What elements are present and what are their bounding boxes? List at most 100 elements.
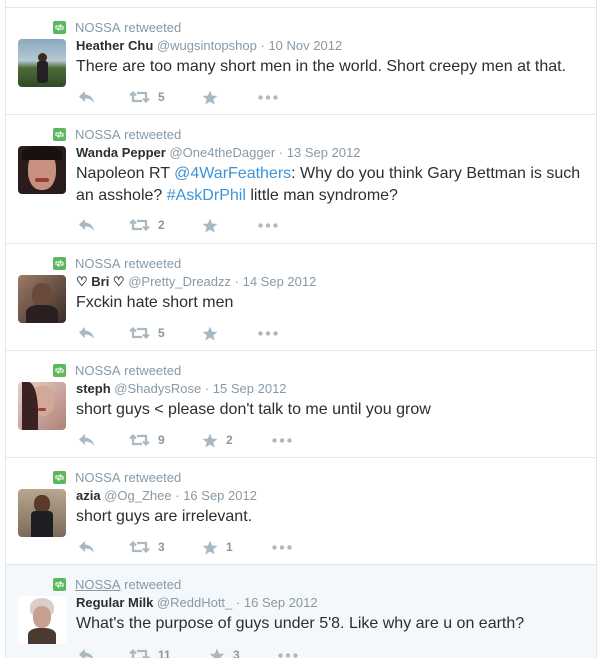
tweet-text: short guys < please don't talk to me unt… xyxy=(76,401,431,418)
reply-button[interactable] xyxy=(78,540,95,554)
retweet-context: NOSSA retweeted xyxy=(53,577,181,592)
username[interactable]: @Pretty_Dreadzz xyxy=(128,274,231,289)
favorite-count: 1 xyxy=(226,540,233,554)
retweet-icon xyxy=(129,218,150,232)
tweet[interactable]: NOSSA retweeted Heather Chu @wugsintopsh… xyxy=(6,7,596,114)
retweet-button[interactable]: 11 xyxy=(129,648,171,658)
timestamp[interactable]: 16 Sep 2012 xyxy=(244,595,318,610)
mention-link[interactable]: @4WarFeathers xyxy=(174,165,291,182)
more-button[interactable] xyxy=(278,652,298,658)
more-button[interactable] xyxy=(258,222,278,228)
display-name[interactable]: azia xyxy=(76,488,101,503)
retweet-button[interactable]: 5 xyxy=(129,326,165,340)
retweet-count: 5 xyxy=(158,326,165,340)
display-name[interactable]: Regular Milk xyxy=(76,595,153,610)
retweet-suffix: retweeted xyxy=(124,469,182,485)
timestamp[interactable]: 15 Sep 2012 xyxy=(213,381,287,396)
display-name[interactable]: Heather Chu xyxy=(76,38,153,53)
more-dots-icon xyxy=(258,94,278,100)
more-dots-icon xyxy=(258,222,278,228)
favorite-button[interactable] xyxy=(202,326,218,341)
tweet[interactable]: NOSSA retweeted Wanda Pepper @One4theDag… xyxy=(6,114,596,243)
separator: · xyxy=(260,38,265,53)
retweet-context: NOSSA retweeted xyxy=(53,127,181,142)
reply-icon xyxy=(78,218,95,232)
retweet-suffix: retweeted xyxy=(124,255,182,271)
retweet-suffix: retweeted xyxy=(124,19,182,35)
favorite-button[interactable]: 1 xyxy=(202,540,233,555)
more-button[interactable] xyxy=(272,544,292,550)
more-dots-icon xyxy=(278,652,298,658)
retweeter-name[interactable]: NOSSA xyxy=(75,363,121,378)
separator: · xyxy=(235,595,241,610)
retweet-suffix: retweeted xyxy=(124,362,182,378)
retweet-button[interactable]: 9 xyxy=(129,433,165,447)
retweet-button[interactable]: 2 xyxy=(129,218,165,232)
display-name[interactable]: Wanda Pepper xyxy=(76,145,166,160)
reply-button[interactable] xyxy=(78,90,95,104)
username[interactable]: @Og_Zhee xyxy=(104,488,171,503)
username[interactable]: @ReddHott_ xyxy=(157,595,232,610)
star-icon xyxy=(202,433,218,448)
display-name[interactable]: steph xyxy=(76,381,111,396)
retweet-context: NOSSA retweeted xyxy=(53,19,182,35)
favorite-button[interactable]: 3 xyxy=(209,648,240,658)
username[interactable]: @One4theDagger xyxy=(169,145,275,160)
display-name[interactable]: ♡ Bri ♡ xyxy=(76,274,125,289)
retweet-button[interactable]: 5 xyxy=(129,90,165,104)
retweeter-name[interactable]: NOSSA xyxy=(75,20,121,35)
avatar[interactable] xyxy=(18,146,66,194)
avatar[interactable] xyxy=(18,275,66,323)
timestamp[interactable]: 10 Nov 2012 xyxy=(268,38,342,53)
retweeter-name[interactable]: NOSSA xyxy=(75,127,121,142)
retweet-badge-icon xyxy=(53,127,66,141)
retweeter-name[interactable]: NOSSA xyxy=(75,577,121,592)
more-dots-icon xyxy=(258,330,278,336)
retweet-count: 11 xyxy=(158,648,171,658)
retweet-icon xyxy=(129,326,150,340)
reply-button[interactable] xyxy=(78,326,95,340)
more-button[interactable] xyxy=(258,94,278,100)
text-segment: little man syndrome? xyxy=(245,187,398,204)
more-button[interactable] xyxy=(272,437,292,443)
avatar[interactable] xyxy=(18,382,66,430)
reply-button[interactable] xyxy=(78,218,95,232)
retweet-count: 9 xyxy=(158,433,165,447)
tweet-text: What's the purpose of guys under 5'8. Li… xyxy=(76,615,525,632)
timestamp[interactable]: 16 Sep 2012 xyxy=(183,488,257,503)
retweet-button[interactable]: 3 xyxy=(129,540,165,554)
username[interactable]: @wugsintopshop xyxy=(157,38,257,53)
tweet[interactable]: NOSSA retweeted azia @Og_Zhee · 16 Sep 2… xyxy=(6,457,596,564)
tweet-text: Napoleon RT @4WarFeathers: Why do you th… xyxy=(76,163,588,207)
timeline: NOSSA retweeted Heather Chu @wugsintopsh… xyxy=(5,0,597,658)
tweet-text: There are too many short men in the worl… xyxy=(76,58,567,75)
hashtag-link[interactable]: #AskDrPhil xyxy=(167,187,246,204)
username[interactable]: @ShadysRose xyxy=(114,381,201,396)
separator: · xyxy=(175,488,180,503)
tweet[interactable]: NOSSA retweeted ♡ Bri ♡ @Pretty_Dreadzz … xyxy=(6,243,596,350)
reply-button[interactable] xyxy=(78,648,95,658)
favorite-button[interactable] xyxy=(202,218,218,233)
retweet-badge-icon xyxy=(53,256,66,270)
star-icon xyxy=(209,648,225,658)
retweet-icon xyxy=(129,648,150,658)
retweet-context: NOSSA retweeted xyxy=(53,469,182,485)
favorite-button[interactable] xyxy=(202,90,218,105)
tweet-text: short guys are irrelevant. xyxy=(76,508,253,525)
tweet-header: steph @ShadysRose · 15 Sep 2012 xyxy=(76,381,287,396)
retweeter-name[interactable]: NOSSA xyxy=(75,470,121,485)
timestamp[interactable]: 13 Sep 2012 xyxy=(287,145,361,160)
avatar[interactable] xyxy=(18,596,66,644)
favorite-button[interactable]: 2 xyxy=(202,433,233,448)
retweet-count: 3 xyxy=(158,540,165,554)
reply-button[interactable] xyxy=(78,433,95,447)
timestamp[interactable]: 14 Sep 2012 xyxy=(243,274,317,289)
retweet-count: 2 xyxy=(158,218,165,232)
more-button[interactable] xyxy=(258,330,278,336)
avatar[interactable] xyxy=(18,489,66,537)
tweet-header: azia @Og_Zhee · 16 Sep 2012 xyxy=(76,488,257,503)
retweeter-name[interactable]: NOSSA xyxy=(75,256,121,271)
tweet[interactable]: NOSSA retweeted steph @ShadysRose · 15 S… xyxy=(6,350,596,457)
avatar[interactable] xyxy=(18,39,66,87)
tweet[interactable]: NOSSA retweeted Regular Milk @ReddHott_ … xyxy=(6,564,596,658)
